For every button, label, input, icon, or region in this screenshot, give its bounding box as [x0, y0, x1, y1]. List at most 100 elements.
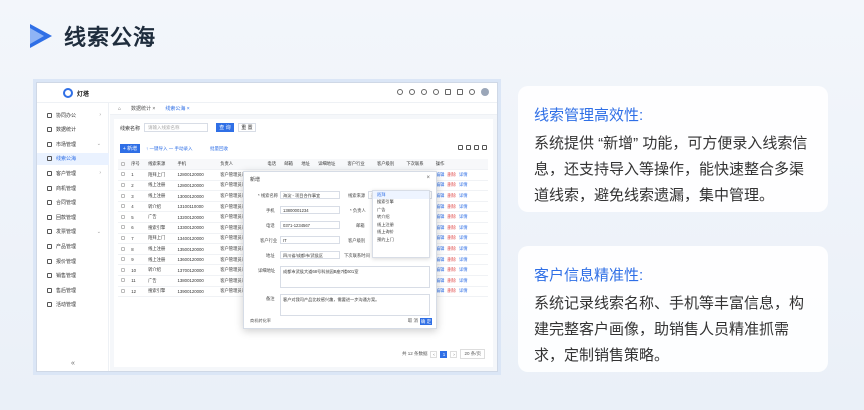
edit-link[interactable]: 编辑	[436, 278, 445, 283]
delete-link[interactable]: 删除	[447, 288, 456, 293]
industry-select[interactable]: IT	[280, 236, 340, 244]
detail-link[interactable]: 详情	[459, 172, 468, 177]
search-icon[interactable]	[397, 89, 403, 95]
delete-link[interactable]: 删除	[447, 172, 456, 177]
delete-link[interactable]: 删除	[447, 246, 456, 251]
sidebar-item[interactable]: 协同办公 ›	[37, 109, 109, 121]
edit-link[interactable]: 编辑	[436, 288, 445, 293]
sidebar-item[interactable]: 回款管理	[37, 211, 109, 223]
dropdown-option[interactable]: 线上询价	[373, 229, 429, 237]
sidebar-item[interactable]: 商机管理	[37, 182, 109, 194]
edit-link[interactable]: 编辑	[436, 235, 445, 240]
columns-icon[interactable]	[474, 145, 479, 150]
sidebar-item[interactable]: 线索公海	[37, 152, 109, 165]
dropdown-option[interactable]: 陌拜	[373, 191, 429, 199]
row-checkbox[interactable]	[121, 214, 125, 219]
delete-link[interactable]: 删除	[447, 193, 456, 198]
address-select[interactable]: 四川省/成都市/武侯区	[280, 251, 340, 259]
collapse-sidebar-button[interactable]: «	[37, 360, 109, 367]
translate-icon[interactable]	[457, 89, 463, 95]
delete-link[interactable]: 删除	[447, 278, 456, 283]
delete-link[interactable]: 删除	[447, 182, 456, 187]
cancel-button[interactable]: 取 消	[408, 318, 418, 324]
edit-link[interactable]: 编辑	[436, 225, 445, 230]
dropdown-option[interactable]: 预约上门	[373, 236, 429, 244]
dropdown-option[interactable]: 线上注册	[373, 221, 429, 229]
detail-link[interactable]: 详情	[459, 267, 468, 272]
star-icon[interactable]	[409, 89, 415, 95]
settings-icon[interactable]	[482, 145, 487, 150]
edit-link[interactable]: 编辑	[436, 267, 445, 272]
sidebar-item[interactable]: 产品管理	[37, 240, 109, 252]
add-button[interactable]: + 新增	[120, 144, 140, 153]
query-button[interactable]: 查 询	[216, 123, 234, 132]
detail-link[interactable]: 详情	[459, 214, 468, 219]
gear-icon[interactable]	[469, 89, 475, 95]
row-checkbox[interactable]	[121, 257, 125, 262]
delete-link[interactable]: 删除	[447, 257, 456, 262]
edit-link[interactable]: 编辑	[436, 204, 445, 209]
detail-address-textarea[interactable]: 成都市武侯大道68号科技园B座7楼601室	[280, 266, 430, 288]
delete-link[interactable]: 删除	[447, 267, 456, 272]
bell-icon[interactable]	[433, 89, 439, 95]
select-all-checkbox[interactable]	[121, 161, 125, 166]
sidebar-item[interactable]: 数据统计	[37, 124, 109, 136]
sidebar-item[interactable]: 合同管理	[37, 197, 109, 209]
sidebar-item[interactable]: 售后管理	[37, 284, 109, 296]
dropdown-option[interactable]: 搜索引擎	[373, 199, 429, 207]
phone-input[interactable]: 0371-1234567	[280, 221, 340, 229]
sidebar-item[interactable]: 销售管理	[37, 270, 109, 282]
detail-link[interactable]: 详情	[459, 278, 468, 283]
row-checkbox[interactable]	[121, 225, 125, 230]
edit-link[interactable]: 编辑	[436, 172, 445, 177]
confirm-button[interactable]: 确 定	[420, 318, 432, 325]
remark-textarea[interactable]: 客户对我司产品比较感兴趣，需要进一步沟通方案。	[280, 294, 430, 316]
detail-link[interactable]: 详情	[459, 225, 468, 230]
close-icon[interactable]: ×	[426, 175, 430, 181]
row-checkbox[interactable]	[121, 193, 125, 198]
import-link[interactable]: ↑ 一键导入 一 手动录入	[146, 146, 193, 152]
next-page-button[interactable]: ›	[450, 350, 458, 358]
prev-page-button[interactable]: ‹	[430, 350, 438, 358]
filter-icon[interactable]	[458, 145, 463, 150]
sidebar-item[interactable]: 客户管理 ›	[37, 167, 109, 179]
sidebar-item[interactable]: 报价管理	[37, 255, 109, 267]
row-checkbox[interactable]	[121, 204, 125, 209]
page-number[interactable]: 1	[440, 350, 448, 358]
mobile-input[interactable]: 13800001234	[280, 206, 340, 214]
sidebar-item[interactable]: 市场管理 ⌄	[37, 138, 109, 150]
row-checkbox[interactable]	[121, 267, 125, 272]
page-size-select[interactable]: 20 条/页	[460, 349, 485, 359]
detail-link[interactable]: 详情	[459, 193, 468, 198]
sidebar-item[interactable]: 发票管理 ⌄	[37, 226, 109, 238]
edit-link[interactable]: 编辑	[436, 257, 445, 262]
row-checkbox[interactable]	[121, 288, 125, 293]
search-input[interactable]: 请输入线索名称	[144, 123, 208, 132]
row-checkbox[interactable]	[121, 235, 125, 240]
tab[interactable]: 线索公海 ×	[165, 105, 189, 112]
name-input[interactable]: 海淀 - 项目合作事宜	[280, 191, 340, 199]
sidebar-item[interactable]: 活动管理	[37, 299, 109, 311]
detail-link[interactable]: 详情	[459, 204, 468, 209]
delete-link[interactable]: 删除	[447, 235, 456, 240]
detail-link[interactable]: 详情	[459, 288, 468, 293]
row-checkbox[interactable]	[121, 246, 125, 251]
row-checkbox[interactable]	[121, 278, 125, 283]
edit-link[interactable]: 编辑	[436, 193, 445, 198]
detail-link[interactable]: 详情	[459, 235, 468, 240]
refresh-icon[interactable]	[466, 145, 471, 150]
row-checkbox[interactable]	[121, 182, 125, 187]
message-icon[interactable]	[421, 89, 427, 95]
detail-link[interactable]: 详情	[459, 257, 468, 262]
edit-link[interactable]: 编辑	[436, 182, 445, 187]
edit-link[interactable]: 编辑	[436, 214, 445, 219]
delete-link[interactable]: 删除	[447, 214, 456, 219]
edit-link[interactable]: 编辑	[436, 246, 445, 251]
tab[interactable]: 数据统计 ×	[131, 105, 155, 112]
row-checkbox[interactable]	[121, 172, 125, 177]
detail-link[interactable]: 详情	[459, 182, 468, 187]
bulk-recycle-link[interactable]: 批量回收	[210, 146, 228, 152]
tab[interactable]: ⌂	[118, 106, 121, 112]
delete-link[interactable]: 删除	[447, 204, 456, 209]
dropdown-option[interactable]: 广告	[373, 206, 429, 214]
